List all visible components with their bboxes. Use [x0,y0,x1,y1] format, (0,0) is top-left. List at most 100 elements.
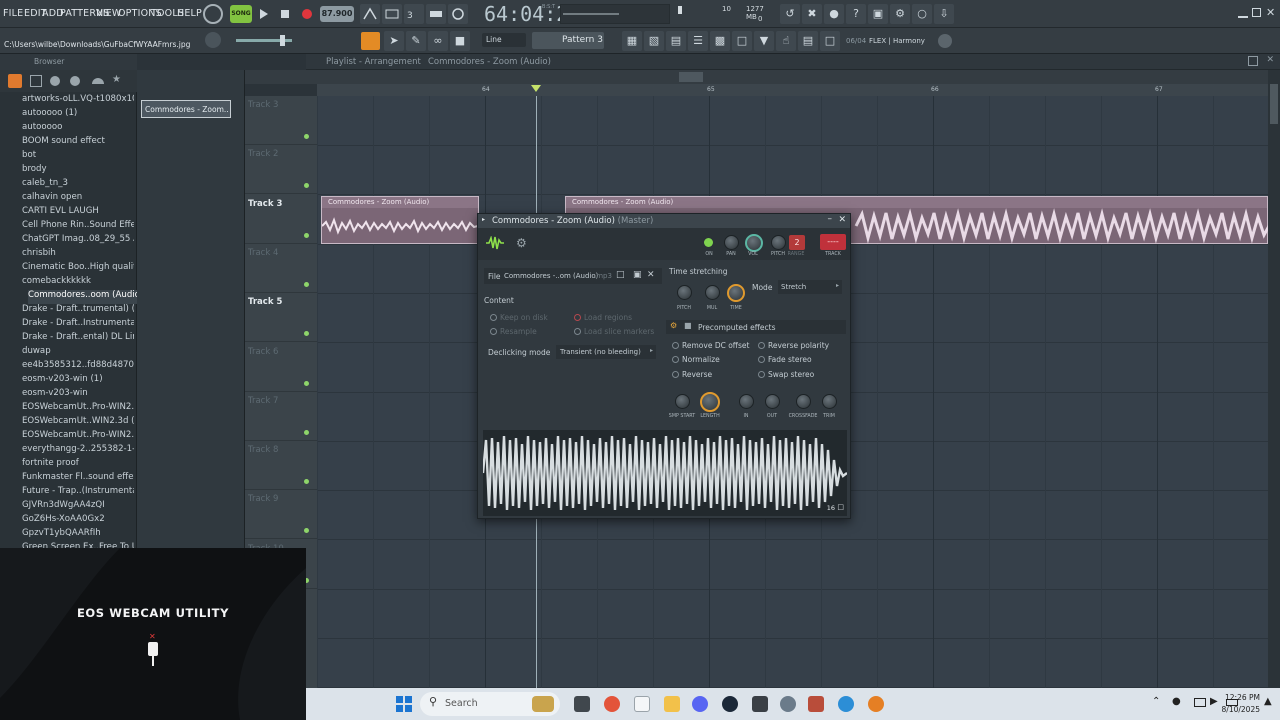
browser-plugins-icon[interactable] [70,76,80,86]
countdown-icon[interactable]: 3 [404,4,424,24]
taskbar-search-box[interactable]: ⚲ Search [420,692,560,716]
browser-item[interactable]: Commodores..oom (Audio) [28,290,140,304]
track-header[interactable]: Track 8 [245,441,317,491]
taskbar-date[interactable]: 8/10/2025 [1220,705,1260,714]
draw-tool-icon[interactable]: ✎ [406,31,426,51]
tempo-display[interactable]: 87.900 [320,6,354,22]
browser-item[interactable]: EOSWebcamUt..Pro-WIN2.3a [22,402,134,416]
stamp-icon[interactable]: ■ [450,31,470,51]
horizontal-scrollbar[interactable] [679,72,703,82]
chat-icon[interactable]: ○ [912,4,932,24]
fl-studio-icon[interactable] [868,696,884,712]
flex-preset-name[interactable]: FLEX | Harmony [869,37,925,45]
steam-icon[interactable] [722,696,738,712]
menu-help[interactable]: HELP [177,8,202,19]
microphone-icon[interactable]: ● [1172,696,1181,707]
browser-item[interactable]: Drake - Draft..Instrumental) [22,318,134,332]
browser-item[interactable]: eosm-v203-win [22,388,134,402]
open-folder-icon[interactable]: □ [616,270,625,280]
browser-item[interactable]: Future - Trap..(Instrumental) [22,486,134,500]
browser-item[interactable]: EOSWebcamUt..WIN2.3d (1) [22,416,134,430]
restore-window-icon[interactable] [1252,8,1261,17]
playlist-icon[interactable]: ▦ [622,31,642,51]
link-icon[interactable]: ∞ [428,31,448,51]
save-icon[interactable]: ▣ [868,4,888,24]
browser-item[interactable]: EOSWebcamUt..Pro-WIN2.3d [22,430,134,444]
browser-item[interactable]: Cinematic Boo..High quality] [22,262,134,276]
fade-stereo-radio[interactable] [758,356,765,363]
pattern-selector[interactable]: Pattern 3 [532,32,604,49]
ts-time-knob[interactable] [727,284,745,302]
plugin-icon[interactable]: ⚙ [890,4,910,24]
track-header[interactable]: Track 4 [245,244,317,293]
browser-item[interactable]: ee4b3585312..fd88d487036 [22,360,134,374]
piano-roll-icon[interactable]: ▧ [644,31,664,51]
reverse-radio[interactable] [672,371,679,378]
track-mute-led[interactable] [304,232,309,238]
minimize-window-icon[interactable] [1238,8,1248,18]
pattern-song-toggle[interactable] [203,4,223,24]
browser-item[interactable]: CARTI EVL LAUGH [22,206,134,220]
track-mute-led[interactable] [304,281,309,287]
ts-pitch-knob[interactable] [677,285,692,300]
browser-item[interactable]: ChatGPT Imag..08_29_55 AM [22,234,134,248]
browser-files-icon[interactable] [30,75,42,87]
remove-file-icon[interactable]: ✕ [647,270,655,280]
sample-waveform[interactable]: 16 □ [481,430,848,516]
notepad-icon[interactable] [634,696,650,712]
edge-browser-icon[interactable] [838,696,854,712]
browser-item[interactable]: everythangg-2..255382-1-001 [22,444,134,458]
settings-icon[interactable] [780,696,796,712]
browser-menu-icon[interactable] [8,74,22,88]
browser-item[interactable]: comebackkkkkk [22,276,134,290]
timeline-ruler[interactable]: 64 65 66 67 [317,84,1268,96]
browser-cloud-icon[interactable] [92,78,104,84]
browser-item[interactable]: duwap [22,346,134,360]
channel-rack-icon[interactable]: ▤ [666,31,686,51]
track-header[interactable]: Track 7 [245,392,317,441]
track-header[interactable]: Track 6 [245,343,317,392]
mic-icon[interactable]: ● [824,4,844,24]
menu-file[interactable]: FILE [3,8,23,19]
track-mute-led[interactable] [304,183,309,189]
project-browser-icon[interactable]: ▤ [798,31,818,51]
length-knob[interactable] [700,392,720,412]
browser-item[interactable]: Funkmaster Fl..sound effect [22,472,134,486]
crossfade-knob[interactable] [796,394,811,409]
browser-star-icon[interactable]: ★ [112,74,121,85]
file-icon[interactable]: □ [732,31,752,51]
declicking-mode-select[interactable]: Transient (no bleeding) ▸ [556,345,656,359]
playlist-close-icon[interactable]: ✕ [1266,55,1274,65]
wait-input-icon[interactable] [382,4,402,24]
plugin-picker-icon[interactable]: ▼ [754,31,774,51]
song-mode-button[interactable]: SONG [230,5,252,23]
track-header[interactable]: Track 3 [245,195,317,244]
playhead-marker-icon[interactable] [531,85,541,96]
browser-item[interactable]: BOOM sound effect [22,136,134,150]
blend-notes-icon[interactable] [426,4,446,24]
pan-knob[interactable] [724,235,739,250]
task-view-icon[interactable] [574,696,590,712]
out-knob[interactable] [765,394,780,409]
mixer-track-value[interactable]: 2 [789,235,805,250]
track-mute-led[interactable] [304,331,309,337]
help-icon[interactable]: ? [846,4,866,24]
precomputed-wrench-icon[interactable]: ⚙ [670,321,677,330]
tray-chevron-icon[interactable]: ⌃ [1152,696,1160,707]
mixer-link-icon[interactable]: ✖ [802,4,822,24]
loop-record-icon[interactable] [448,4,468,24]
precomputed-lock-icon[interactable]: ■ [684,321,692,330]
keep-on-disk-radio[interactable] [490,314,497,321]
volume-knob[interactable] [745,234,763,252]
resample-radio[interactable] [490,328,497,335]
track-mute-led[interactable] [304,134,309,139]
normalize-radio[interactable] [672,356,679,363]
discord-icon[interactable] [692,696,708,712]
swap-stereo-radio[interactable] [758,371,765,378]
undo-icon[interactable]: ↺ [780,4,800,24]
stop-button[interactable] [276,4,294,24]
vertical-scrollbar[interactable] [1268,70,1280,688]
vertical-scroll-thumb[interactable] [1270,84,1278,124]
mixer-track-box[interactable]: ---- [820,234,846,250]
browser-item[interactable]: eosm-v203-win (1) [22,374,134,388]
